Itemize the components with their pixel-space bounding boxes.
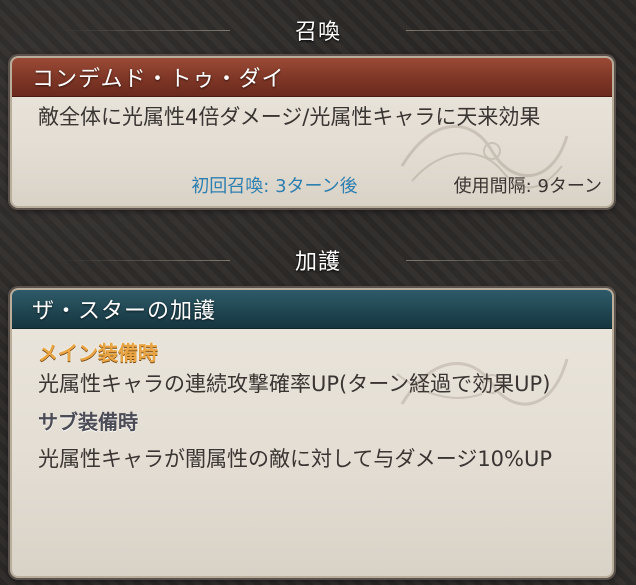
aura-name: ザ・スターの加護 bbox=[32, 299, 217, 324]
summon-meta-row: 初回召喚: 3ターン後 使用間隔: 9ターン bbox=[12, 172, 612, 198]
summon-panel: コンデムド・トゥ・ダイ 敵全体に光属性4倍ダメージ/光属性キャラに天来効果 初回… bbox=[10, 56, 614, 208]
sub-equip-description: 光属性キャラが闇属性の敵に対して与ダメージ10%UP bbox=[38, 447, 553, 471]
aura-section-header: 加護 bbox=[0, 240, 636, 280]
summon-section-header: 召喚 bbox=[0, 10, 636, 50]
aura-header-label: 加護 bbox=[294, 250, 341, 275]
first-summon-text: 初回召喚: 3ターン後 bbox=[191, 176, 358, 197]
filigree-ornament-icon bbox=[396, 358, 569, 406]
summon-name: コンデムド・トゥ・ダイ bbox=[32, 67, 285, 92]
summon-interval-text: 使用間隔: 9ターン bbox=[453, 176, 602, 197]
aura-title-bar: ザ・スターの加護 bbox=[12, 290, 612, 329]
summon-header-label: 召喚 bbox=[294, 20, 341, 45]
summon-title-bar: コンデムド・トゥ・ダイ bbox=[12, 58, 612, 97]
aura-panel: ザ・スターの加護 メイン装備時 光属性キャラの連続攻撃確率UP(ターン経過で効果… bbox=[10, 288, 614, 578]
